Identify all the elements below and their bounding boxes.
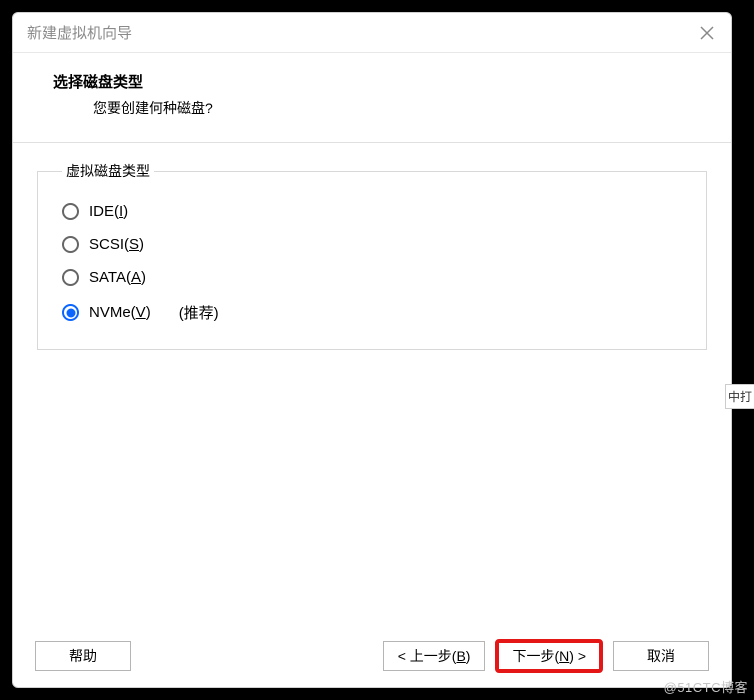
option-label: SCSI(S) [89,236,144,253]
titlebar: 新建虚拟机向导 [13,13,731,53]
recommended-label: (推荐) [179,302,219,323]
window-title: 新建虚拟机向导 [27,22,132,43]
option-label: SATA(A) [89,269,146,286]
side-tab-fragment: 中打 [725,384,754,409]
radio-icon [62,269,79,286]
radio-icon [62,236,79,253]
option-ide[interactable]: IDE(I) [62,195,682,228]
option-scsi[interactable]: SCSI(S) [62,228,682,261]
wizard-footer: 帮助 < 上一步(B) 下一步(N) > 取消 [13,629,731,687]
page-title: 选择磁盘类型 [53,71,691,92]
option-sata[interactable]: SATA(A) [62,261,682,294]
cancel-button[interactable]: 取消 [613,641,709,671]
wizard-window: 新建虚拟机向导 选择磁盘类型 您要创建何种磁盘? 虚拟磁盘类型 IDE(I) S… [12,12,732,688]
next-button[interactable]: 下一步(N) > [497,641,601,671]
disk-type-group: 虚拟磁盘类型 IDE(I) SCSI(S) SATA(A) NVMe(V) (推… [37,161,707,350]
option-label: IDE(I) [89,203,128,220]
radio-icon [62,304,79,321]
option-label: NVMe(V) [89,304,151,321]
help-button[interactable]: 帮助 [35,641,131,671]
wizard-content: 虚拟磁盘类型 IDE(I) SCSI(S) SATA(A) NVMe(V) (推… [13,143,731,629]
back-button[interactable]: < 上一步(B) [383,641,486,671]
option-nvme[interactable]: NVMe(V) (推荐) [62,294,682,331]
close-icon[interactable] [697,23,717,43]
wizard-header: 选择磁盘类型 您要创建何种磁盘? [13,53,731,143]
group-legend: 虚拟磁盘类型 [62,161,154,181]
radio-icon [62,203,79,220]
page-subtitle: 您要创建何种磁盘? [53,98,691,118]
